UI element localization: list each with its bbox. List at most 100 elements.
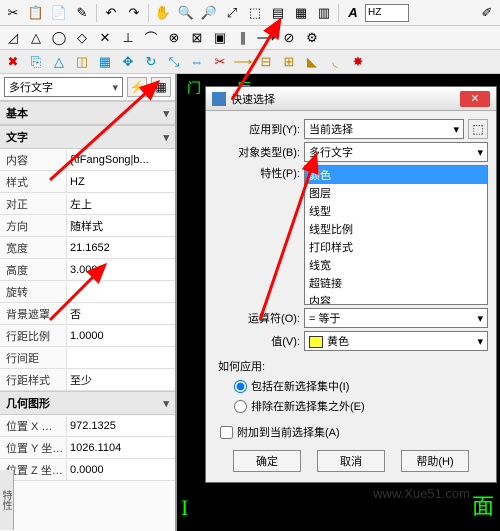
mod-stretch-icon[interactable]: ⇔ <box>186 52 208 72</box>
tool-copy-icon[interactable]: 📋 <box>25 3 47 23</box>
tool-eyedrop-icon[interactable]: ✐ <box>476 3 498 23</box>
list-item[interactable]: 线型 <box>305 202 487 220</box>
mod-break-icon[interactable]: ⊟ <box>255 52 277 72</box>
section-text[interactable]: 文字 <box>0 125 175 149</box>
prop-linespace-style-field[interactable] <box>70 372 172 388</box>
include-radio[interactable] <box>234 380 247 393</box>
list-item[interactable]: 打印样式 <box>305 238 487 256</box>
mod-array-icon[interactable]: ▦ <box>94 52 116 72</box>
list-item[interactable]: 内容 <box>305 292 487 305</box>
quick-select-dialog: 快速选择 ✕ 应用到(Y): 当前选择 ⬚ 对象类型(B): 多行文字 特性(P… <box>205 86 497 483</box>
dialog-icon <box>212 92 226 106</box>
object-type-combo[interactable]: 多行文字 <box>304 142 488 162</box>
prop-posx-label: 位置 X … <box>0 418 66 434</box>
prop-content-field[interactable] <box>70 152 172 168</box>
mod-erase-icon[interactable]: ✖ <box>2 52 24 72</box>
prop-dir-label: 方向 <box>0 218 66 234</box>
prop-linespace-ratio-field[interactable] <box>70 328 172 344</box>
append-checkbox[interactable] <box>220 426 233 439</box>
exclude-radio[interactable] <box>234 400 247 413</box>
list-item[interactable]: 颜色 <box>305 166 487 184</box>
object-filter-combo[interactable]: 多行文字 <box>4 77 123 97</box>
dialog-title: 快速选择 <box>231 91 460 107</box>
pick-objects-icon[interactable]: ⬚ <box>468 119 488 139</box>
prop-style-label: 样式 <box>0 174 66 190</box>
osnap-set-icon[interactable]: ⚙ <box>301 28 323 48</box>
mod-extend-icon[interactable]: ⟶ <box>232 52 254 72</box>
property-listbox[interactable]: 颜色图层线型线型比例打印样式线宽超链接内容样式注释性对正方向宽度 <box>304 165 488 305</box>
prop-linespace-field[interactable] <box>70 350 172 366</box>
osnap-para-icon[interactable]: ∥ <box>232 28 254 48</box>
osnap-perp-icon[interactable]: ⊥ <box>117 28 139 48</box>
prop-rotate-label: 旋转 <box>0 284 66 300</box>
select-objects-icon[interactable]: ▦ <box>151 77 171 97</box>
prop-posz-field[interactable] <box>70 462 172 478</box>
mod-chamfer-icon[interactable]: ◣ <box>301 52 323 72</box>
mod-scale-icon[interactable]: ⤡ <box>163 52 185 72</box>
apply-to-combo[interactable]: 当前选择 <box>304 119 464 139</box>
osnap-cen-icon[interactable]: ◯ <box>48 28 70 48</box>
prop-dir-field[interactable] <box>70 218 172 234</box>
panel-tab-label: 特性 <box>0 470 14 530</box>
tool-paste-icon[interactable]: 📄 <box>48 3 70 23</box>
tool-match-icon[interactable]: ✎ <box>71 3 93 23</box>
mod-rotate-icon[interactable]: ↻ <box>140 52 162 72</box>
mod-move-icon[interactable]: ✥ <box>117 52 139 72</box>
section-geom[interactable]: 几何图形 <box>0 391 175 415</box>
quick-select-icon[interactable]: ⚡ <box>127 77 147 97</box>
prop-posy-field[interactable] <box>70 440 172 456</box>
apply-to-label: 应用到(Y): <box>214 121 300 137</box>
osnap-int-icon[interactable]: ✕ <box>94 28 116 48</box>
prop-width-field[interactable] <box>70 240 172 256</box>
cancel-button[interactable]: 取消 <box>317 450 385 472</box>
tool-zoom-out-icon[interactable]: 🔎 <box>198 3 220 23</box>
tool-zoom-extents-icon[interactable]: ⤢ <box>221 3 243 23</box>
prop-style-field[interactable] <box>70 174 172 190</box>
mod-mirror-icon[interactable]: △ <box>48 52 70 72</box>
prop-justify-field[interactable] <box>70 196 172 212</box>
value-combo[interactable]: 黄色 <box>304 331 488 351</box>
prop-usebg-field[interactable] <box>70 306 172 322</box>
mod-fillet-icon[interactable]: ◟ <box>324 52 346 72</box>
osnap-app-icon[interactable]: ⊠ <box>186 28 208 48</box>
list-item[interactable]: 线型比例 <box>305 220 487 238</box>
osnap-ins-icon[interactable]: ▣ <box>209 28 231 48</box>
tool-pan-icon[interactable]: ✋ <box>152 3 174 23</box>
operator-combo[interactable]: = 等于 <box>304 308 488 328</box>
tool-undo-icon[interactable]: ↶ <box>100 3 122 23</box>
prop-content-label: 内容 <box>0 152 66 168</box>
prop-posx-field[interactable] <box>70 418 172 434</box>
howto-label: 如何应用: <box>214 354 488 376</box>
prop-height-field[interactable] <box>70 262 172 278</box>
mod-offset-icon[interactable]: ◫ <box>71 52 93 72</box>
tool-props-icon[interactable]: ▦ <box>290 3 312 23</box>
mod-join-icon[interactable]: ⊞ <box>278 52 300 72</box>
mod-copy-icon[interactable]: ⎘ <box>25 52 47 72</box>
watermark: www.Xue51.com <box>373 486 470 501</box>
mod-explode-icon[interactable]: ✸ <box>347 52 369 72</box>
tool-zoom-in-icon[interactable]: 🔍 <box>175 3 197 23</box>
list-item[interactable]: 线宽 <box>305 256 487 274</box>
osnap-ext-icon[interactable]: ⟶ <box>255 28 277 48</box>
osnap-none-icon[interactable]: ⊘ <box>278 28 300 48</box>
prop-rotate-field[interactable] <box>70 284 172 300</box>
tool-cut-icon[interactable]: ✂ <box>2 3 24 23</box>
tool-redo-icon[interactable]: ↷ <box>123 3 145 23</box>
osnap-mid-icon[interactable]: △ <box>25 28 47 48</box>
close-button[interactable]: ✕ <box>460 91 490 107</box>
font-style-combo[interactable] <box>365 4 409 22</box>
osnap-tan-icon[interactable]: ⌒ <box>140 28 162 48</box>
ok-button[interactable]: 确定 <box>233 450 301 472</box>
tool-text-style-icon[interactable]: A <box>342 3 364 23</box>
help-button[interactable]: 帮助(H) <box>401 450 469 472</box>
osnap-near-icon[interactable]: ⊗ <box>163 28 185 48</box>
mod-trim-icon[interactable]: ✂ <box>209 52 231 72</box>
osnap-node-icon[interactable]: ◇ <box>71 28 93 48</box>
osnap-end-icon[interactable]: ◿ <box>2 28 24 48</box>
tool-layers-icon[interactable]: ▥ <box>313 3 335 23</box>
tool-zoom-window-icon[interactable]: ⬚ <box>244 3 266 23</box>
list-item[interactable]: 超链接 <box>305 274 487 292</box>
list-item[interactable]: 图层 <box>305 184 487 202</box>
section-basic[interactable]: 基本 <box>0 101 175 125</box>
tool-view-icon[interactable]: ▤ <box>267 3 289 23</box>
